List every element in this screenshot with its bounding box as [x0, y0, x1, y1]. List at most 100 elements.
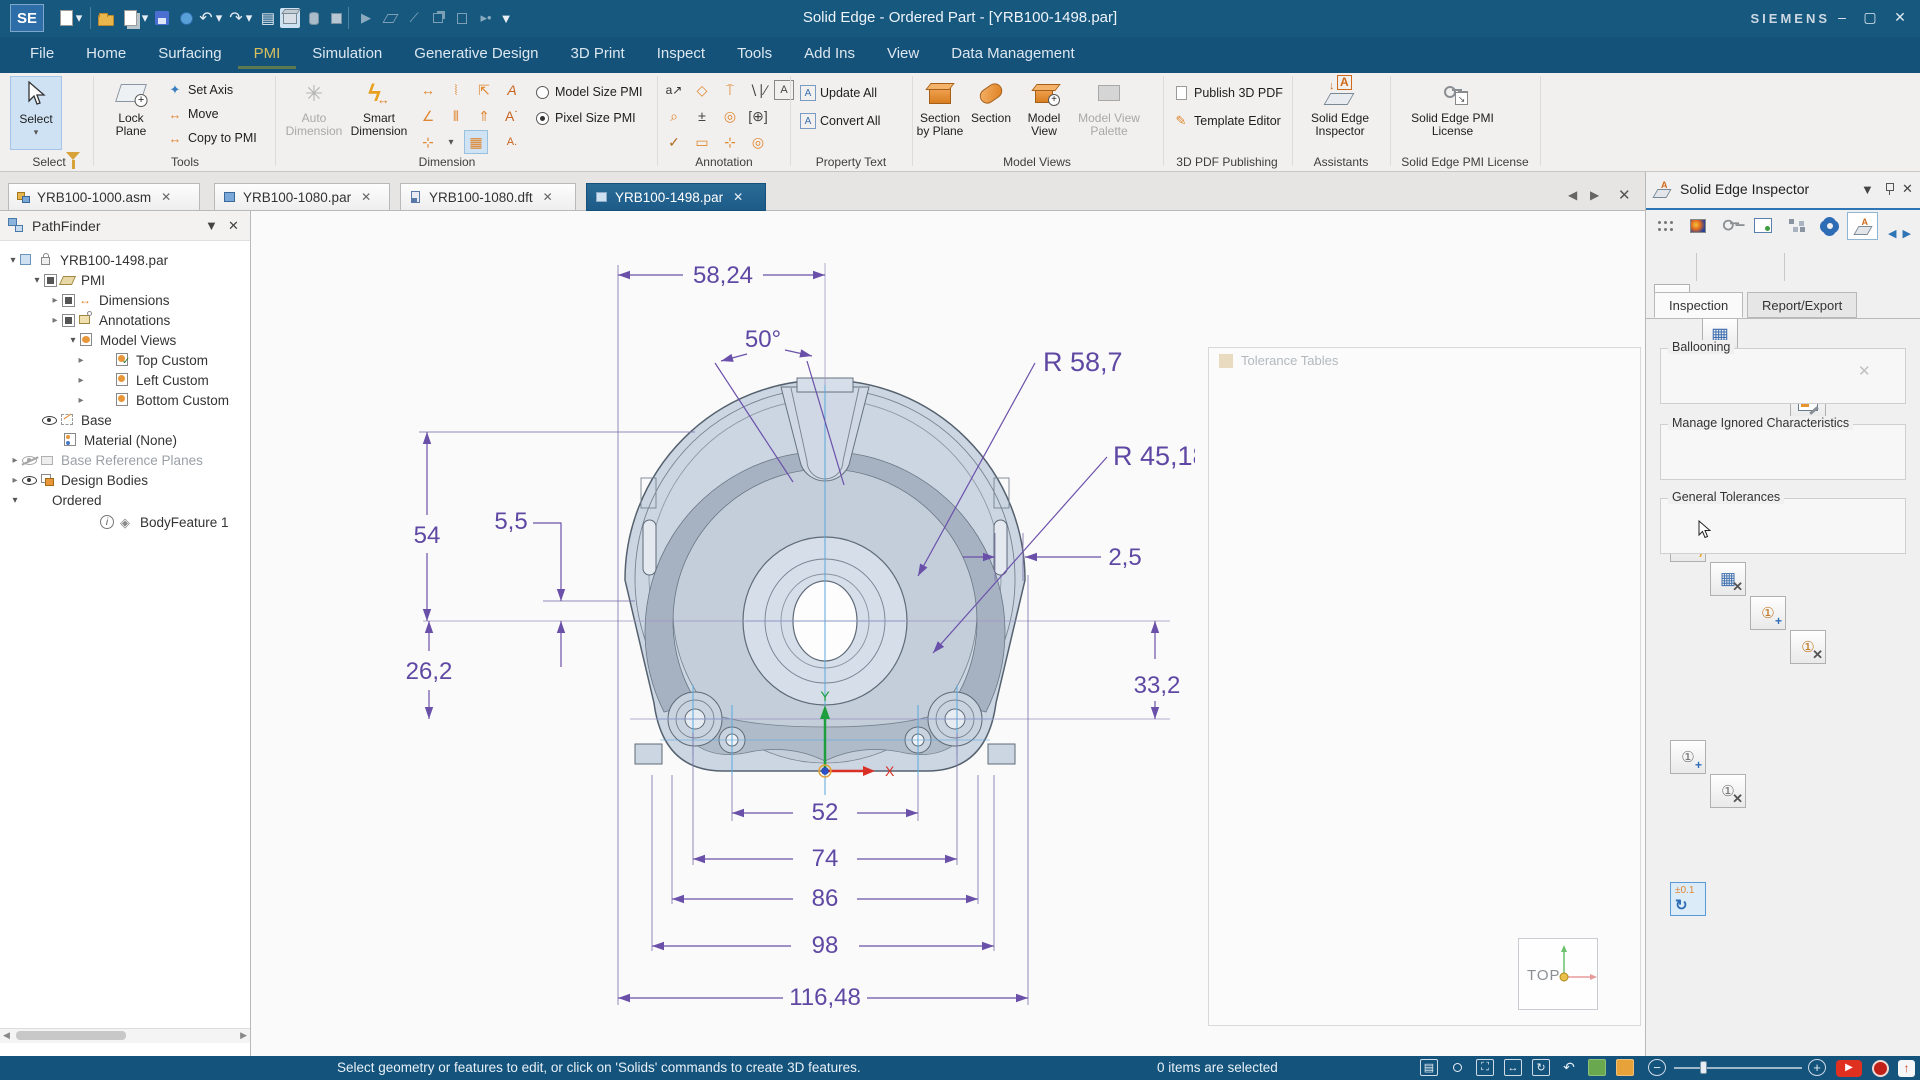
remove-all-balloons-button[interactable]: ▦ ✕ [1710, 562, 1746, 596]
dimensions-checkbox[interactable] [62, 293, 75, 307]
tree-item-material[interactable]: Material (None) [64, 430, 177, 450]
tolerance-icon[interactable]: ± [690, 104, 714, 128]
expander-icon[interactable]: ▾ [30, 275, 44, 286]
set-axis-button[interactable]: ✦ Set Axis [166, 79, 234, 101]
convert-all-button[interactable]: A Convert All [800, 110, 880, 132]
tree-item-top-custom[interactable]: ▸ ✓ Top Custom [74, 350, 208, 370]
slanted-text-icon[interactable]: A [500, 78, 524, 102]
doc-tab-close-icon[interactable]: ✕ [161, 190, 171, 204]
zoom-out-icon[interactable]: − [1648, 1059, 1666, 1076]
symmetric-diameter-icon[interactable]: ⦚ [444, 78, 468, 102]
angle-between-icon[interactable]: ∠ [416, 104, 440, 128]
check-annotation-icon[interactable]: ✓ [662, 130, 686, 154]
expander-icon[interactable]: ▸ [74, 375, 88, 386]
pathfinder-hscrollbar[interactable]: ◀ ▶ [0, 1028, 250, 1043]
menu-tab-add-ins[interactable]: Add Ins [788, 37, 871, 69]
menu-tab-file[interactable]: File [14, 37, 70, 69]
tab-inspector-icon[interactable] [1847, 212, 1878, 240]
menu-tab-pmi[interactable]: PMI [237, 37, 297, 69]
tree-item-bottom-custom[interactable]: ▸ Bottom Custom [74, 390, 229, 410]
pmi-checkbox[interactable] [44, 273, 57, 287]
center-mark-icon[interactable]: ◎ [746, 130, 770, 154]
expander-icon[interactable]: ▸ [74, 395, 88, 406]
view-orientation-indicator[interactable]: TOP [1518, 938, 1598, 1010]
callout-icon[interactable]: ▭ [690, 130, 714, 154]
inspector-pin-icon[interactable] [1884, 182, 1894, 196]
model-view-palette-button[interactable]: Model View Palette [1074, 76, 1144, 138]
remove-ignored-button[interactable]: ① ✕ [1710, 774, 1746, 808]
doc-tab-yrb100-1498-par[interactable]: YRB100-1498.par ✕ [586, 183, 766, 211]
tab-scroll-right-icon[interactable]: ▶ [1590, 188, 1599, 202]
status-window-green-icon[interactable] [1588, 1059, 1606, 1076]
status-previous-view-icon[interactable]: ↶ [1560, 1059, 1578, 1076]
tree-item-root[interactable]: ▾ YRB100-1498.par [6, 250, 168, 270]
datum-target-icon[interactable]: ◎ [718, 104, 742, 128]
menu-tab-generative-design[interactable]: Generative Design [398, 37, 554, 69]
menu-tab-3d-print[interactable]: 3D Print [555, 37, 641, 69]
tab-hierarchy-icon[interactable] [1781, 212, 1812, 240]
tree-item-design-bodies[interactable]: ▸ Design Bodies [8, 470, 148, 490]
menu-tab-surfacing[interactable]: Surfacing [142, 37, 237, 69]
general-tolerances-button[interactable]: ±0.1 ↻ [1670, 882, 1706, 916]
tab-key-icon[interactable] [1715, 212, 1746, 240]
expander-icon[interactable]: ▾ [66, 335, 80, 346]
dimension-grid-icon[interactable]: ▦ [464, 130, 488, 154]
tree-item-ordered[interactable]: ▾ Ordered [8, 490, 254, 510]
close-button[interactable]: ✕ [1886, 4, 1914, 30]
doc-tab-close-icon[interactable]: ✕ [361, 190, 371, 204]
tree-item-model-views[interactable]: ▾ Model Views [66, 330, 176, 350]
lock-plane-button[interactable]: + Lock Plane [102, 76, 160, 138]
tab-settings-gear-icon[interactable] [1814, 212, 1845, 240]
doc-tab-yrb100-1080-par[interactable]: YRB100-1080.par ✕ [214, 183, 390, 211]
scroll-thumb[interactable] [16, 1031, 126, 1040]
balloon-annotation-icon[interactable]: ◇ [690, 78, 714, 102]
weld-symbol-icon[interactable]: ⊹ [718, 130, 742, 154]
select-button[interactable]: Select ▾ [10, 76, 62, 150]
status-pan-icon[interactable]: ↔ [1504, 1059, 1522, 1076]
minimize-button[interactable]: – [1828, 4, 1856, 30]
expander-icon[interactable]: ▾ [8, 495, 22, 506]
expander-icon[interactable]: ▸ [48, 315, 62, 326]
zoom-slider-track[interactable] [1674, 1067, 1802, 1069]
text-box-icon[interactable]: A [774, 80, 794, 100]
doc-tab-yrb100-1000-asm[interactable]: YRB100-1000.asm ✕ [8, 183, 200, 211]
menu-tab-tools[interactable]: Tools [721, 37, 788, 69]
pathfinder-close-icon[interactable]: ✕ [228, 218, 239, 234]
solid-edge-inspector-button[interactable]: A ↓ Solid Edge Inspector [1300, 75, 1380, 138]
tab-report-export[interactable]: Report/Export [1747, 292, 1858, 318]
doc-tab-close-icon[interactable]: ✕ [543, 190, 553, 204]
text-small-icon[interactable]: A. [500, 130, 524, 154]
dimension-stack-icon[interactable]: ⫴ [444, 104, 468, 128]
tree-item-base-reference-planes[interactable]: ▸ Base Reference Planes [8, 450, 202, 470]
tree-item-dimensions[interactable]: ▸ ↔ Dimensions [48, 290, 169, 310]
pixel-size-pmi-radio[interactable]: Pixel Size PMI [536, 107, 636, 129]
status-refresh-icon[interactable]: ↻ [1532, 1059, 1550, 1076]
menu-tab-inspect[interactable]: Inspect [641, 37, 721, 69]
inspector-options-icon[interactable]: ▼ [1861, 182, 1874, 197]
coordinate-dimension-icon[interactable]: ⊹ [416, 130, 440, 154]
panel-tabs-left-icon[interactable]: ◀ [1888, 227, 1896, 240]
tab-heatmap-icon[interactable] [1682, 212, 1713, 240]
status-window-orange-icon[interactable] [1616, 1059, 1634, 1076]
expander-icon[interactable]: ▸ [48, 295, 62, 306]
menu-tab-view[interactable]: View [871, 37, 935, 69]
pathfinder-options-icon[interactable]: ▼ [205, 218, 218, 233]
doc-tab-close-icon[interactable]: ✕ [733, 190, 743, 204]
tab-hole-table-icon[interactable] [1649, 212, 1680, 240]
publish-3d-pdf-button[interactable]: Publish 3D PDF [1172, 82, 1283, 104]
visibility-eye-off-icon[interactable] [22, 455, 37, 465]
distance-between-icon[interactable]: ↔ [416, 78, 440, 102]
tree-item-annotations[interactable]: ▸ Annotations [48, 310, 170, 330]
ballooning-clear-icon[interactable]: ✕ [1858, 362, 1871, 380]
tab-close-all-icon[interactable]: ✕ [1618, 186, 1631, 204]
panel-tabs-right-icon[interactable]: ▶ [1902, 227, 1910, 240]
remove-balloon-button[interactable]: ① ✕ [1790, 630, 1826, 664]
template-editor-button[interactable]: ✎ Template Editor [1172, 110, 1281, 132]
inspector-close-icon[interactable]: ✕ [1902, 181, 1913, 197]
model-view-button[interactable]: + Model View [1020, 76, 1068, 138]
menu-tab-home[interactable]: Home [70, 37, 142, 69]
tree-item-bodyfeature-1[interactable]: i ◈ BodyFeature 1 [100, 512, 229, 532]
dimension-more-dropdown-icon[interactable]: ▾ [444, 130, 458, 154]
move-button[interactable]: ↔ Move [166, 103, 219, 125]
tree-item-left-custom[interactable]: ▸ Left Custom [74, 370, 208, 390]
